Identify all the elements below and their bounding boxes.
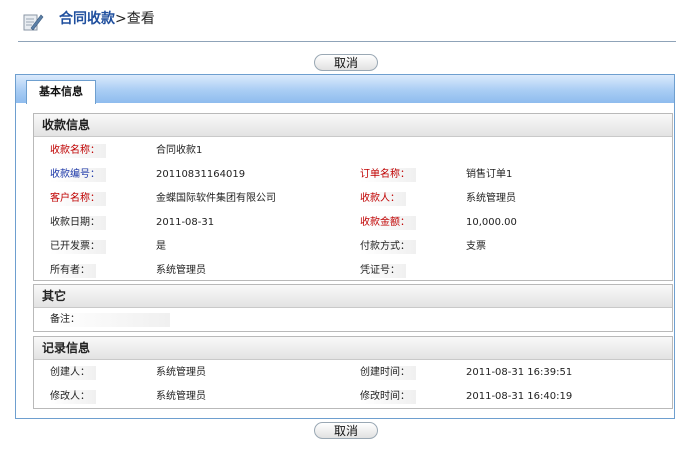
document-pen-icon: [23, 14, 44, 31]
tab-bar: 基本信息: [16, 75, 674, 104]
label-voucher-number: 凭证号：: [360, 264, 406, 278]
label-receipt-amount: 收款金额：: [360, 216, 416, 230]
label-owner: 所有者：: [50, 264, 96, 278]
value-payee: 系统管理员: [466, 193, 516, 204]
label-receipt-date: 收款日期：: [50, 216, 106, 230]
label-created-time: 创建时间：: [360, 366, 416, 380]
title-rest: >查看: [115, 11, 155, 27]
label-modified-time: 修改时间：: [360, 390, 416, 404]
info-panel: 基本信息 收款信息 收款名称： 合同收款1 收款编号： 201108311640…: [15, 74, 675, 419]
value-receipt-name: 合同收款1: [156, 145, 203, 156]
label-receipt-name: 收款名称：: [50, 144, 106, 158]
label-order-name: 订单名称：: [360, 168, 416, 182]
label-invoice-issued: 已开发票：: [50, 240, 106, 254]
title-link[interactable]: 合同收款: [59, 11, 115, 27]
value-invoice-issued: 是: [156, 241, 166, 252]
label-receipt-number: 收款编号：: [50, 168, 106, 182]
page-header: 合同收款>查看: [0, 0, 692, 42]
label-customer-name: 客户名称：: [50, 192, 106, 206]
value-order-name: 销售订单1: [466, 169, 513, 180]
value-payment-method: 支票: [466, 241, 486, 252]
value-receipt-amount: 10,000.00: [466, 217, 517, 228]
page-title: 合同收款>查看: [59, 10, 155, 28]
section-record-info: 记录信息 创建人： 系统管理员 创建时间： 2011-08-31 16:39:5…: [33, 336, 673, 409]
label-modifier: 修改人：: [50, 390, 96, 404]
section-title: 收款信息: [34, 114, 672, 137]
section-title: 记录信息: [34, 337, 672, 360]
cancel-button-bottom[interactable]: 取消: [314, 422, 378, 439]
section-receipt-info: 收款信息 收款名称： 合同收款1 收款编号： 20110831164019 订单…: [33, 113, 673, 281]
cancel-button-top[interactable]: 取消: [314, 54, 378, 71]
section-title: 其它: [34, 285, 672, 308]
section-other: 其它 备注：: [33, 284, 673, 332]
value-customer-name: 金蝶国际软件集团有限公司: [156, 193, 276, 204]
label-payment-method: 付款方式：: [360, 240, 416, 254]
header-divider: [18, 41, 676, 42]
label-remark: 备注：: [50, 313, 170, 327]
value-receipt-number: 20110831164019: [156, 169, 246, 180]
value-creator: 系统管理员: [156, 367, 206, 378]
value-owner: 系统管理员: [156, 265, 206, 276]
tab-basic-info[interactable]: 基本信息: [26, 80, 96, 104]
label-creator: 创建人：: [50, 366, 96, 380]
value-modified-time: 2011-08-31 16:40:19: [466, 391, 573, 402]
value-modifier: 系统管理员: [156, 391, 206, 402]
label-payee: 收款人：: [360, 192, 406, 206]
value-created-time: 2011-08-31 16:39:51: [466, 367, 573, 378]
value-receipt-date: 2011-08-31: [156, 217, 215, 228]
